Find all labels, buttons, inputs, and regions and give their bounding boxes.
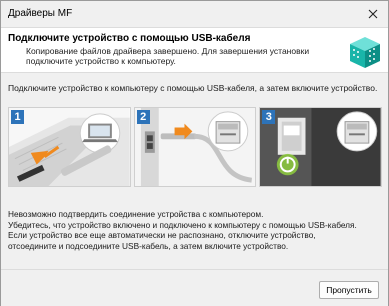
close-icon: [368, 9, 378, 19]
title-bar: Драйверы MF: [1, 1, 388, 27]
steps-illustration: 1 2 3: [8, 107, 383, 187]
footer-bar: Пропустить: [1, 269, 388, 306]
laptop-usb-port-icon: [9, 108, 130, 186]
step-panel-3: 3: [259, 107, 383, 187]
close-button[interactable]: [358, 1, 388, 27]
step-badge-2: 2: [136, 110, 150, 124]
step-badge-3: 3: [262, 110, 276, 124]
window-title: Драйверы MF: [8, 8, 73, 19]
step-panel-2: 2: [133, 107, 257, 187]
message-line-3: Если устройство все еще автоматически не…: [8, 230, 316, 241]
connection-message: Невозможно подтвердить соединение устрой…: [8, 209, 382, 251]
skip-button[interactable]: Пропустить: [319, 281, 379, 299]
step-badge-1: 1: [11, 110, 24, 124]
message-line-2: Убедитесь, что устройство включено и под…: [8, 219, 357, 230]
header-panel: Подключите устройство с помощью USB-кабе…: [1, 27, 388, 73]
header-subtitle: Копирование файлов драйвера завершено. Д…: [26, 46, 310, 66]
instruction-text: Подключите устройство к компьютеру с пом…: [8, 83, 378, 93]
message-line-1: Невозможно подтвердить соединение устрой…: [8, 209, 264, 219]
driver-box-icon: [350, 37, 380, 68]
installer-window: Драйверы MF Подключите устройство с помо…: [0, 0, 389, 306]
step-panel-1: 1: [8, 107, 131, 187]
header-title: Подключите устройство с помощью USB-кабе…: [8, 33, 251, 44]
power-button-icon: [260, 108, 382, 186]
printer-usb-port-icon: [134, 108, 256, 186]
message-line-4: отсоедините и подсоедините USB-кабель, а…: [8, 240, 289, 251]
